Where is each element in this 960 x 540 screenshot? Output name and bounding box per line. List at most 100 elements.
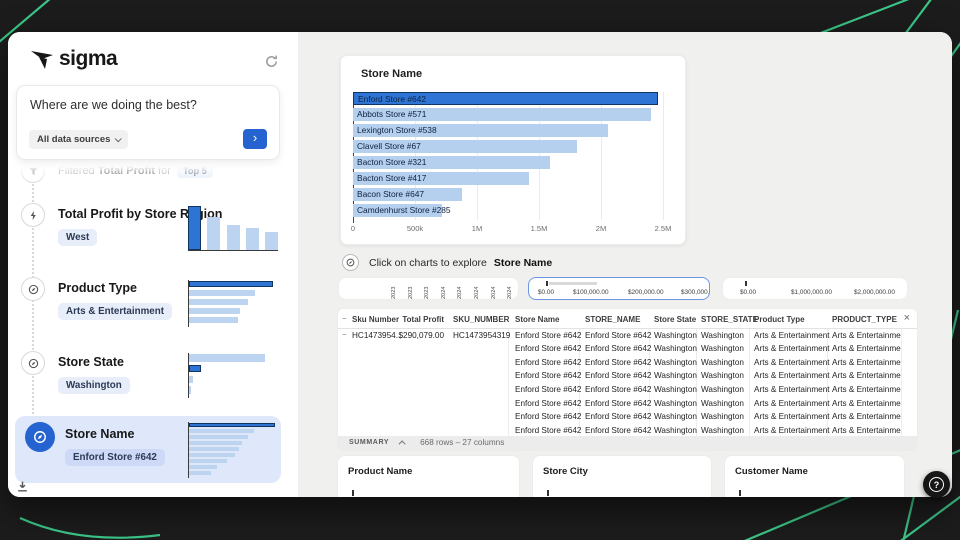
table-cell[interactable]: Arts & Entertainment xyxy=(754,426,830,435)
table-cell[interactable]: Enford Store #642 xyxy=(585,385,651,394)
table-cell[interactable]: Enford Store #642 xyxy=(585,426,651,435)
table-cell[interactable]: Arts & Entertainment xyxy=(754,358,830,367)
table-cell[interactable]: Arts & Entertainme xyxy=(832,399,901,408)
bottom-card-customer-name[interactable]: Customer Name xyxy=(724,455,905,497)
table-cell[interactable]: Arts & Entertainment xyxy=(754,344,830,353)
table-cell[interactable]: Washington xyxy=(701,385,744,394)
product-type-mini-chart[interactable] xyxy=(188,280,274,327)
table-cell[interactable]: Enford Store #642 xyxy=(515,412,581,421)
chevron-up-icon[interactable] xyxy=(398,440,406,448)
table-cell[interactable]: Enford Store #642 xyxy=(585,399,651,408)
chart-bar[interactable]: Abbots Store #571 xyxy=(353,108,651,121)
table-cell[interactable]: Arts & Entertainme xyxy=(832,358,901,367)
chart-bar[interactable]: Lexington Store #538 xyxy=(353,124,609,137)
table-cell[interactable]: Enford Store #642 xyxy=(515,331,581,340)
timeline-item-filtered[interactable]: Filtered Total Profit for Top 5 xyxy=(58,164,213,178)
table-cell[interactable]: Enford Store #642 xyxy=(515,344,581,353)
data-source-selector[interactable]: All data sources xyxy=(29,130,129,149)
table-cell[interactable]: Arts & Entertainme xyxy=(832,426,901,435)
region-badge[interactable]: West xyxy=(58,229,98,246)
table-cell[interactable]: Washington xyxy=(654,344,697,353)
table-cell[interactable]: Washington xyxy=(701,358,744,367)
column-header[interactable]: Product Type xyxy=(754,315,805,324)
store-state-mini-chart[interactable] xyxy=(188,353,268,398)
table-cell[interactable]: Washington xyxy=(701,344,744,353)
table-row[interactable]: Enford Store #642 Enford Store #642 Washin… xyxy=(338,343,917,357)
table-cell[interactable]: Washington xyxy=(654,399,697,408)
filtered-badge[interactable]: Top 5 xyxy=(176,164,213,178)
prompt-question[interactable]: Where are we doing the best? xyxy=(30,98,197,112)
table-cell[interactable]: HC1473954319 xyxy=(453,331,510,340)
store-state-badge[interactable]: Washington xyxy=(58,377,130,394)
table-cell[interactable]: Washington xyxy=(701,399,744,408)
table-cell[interactable]: $290,079.00 xyxy=(394,331,444,340)
table-cell[interactable]: Arts & Entertainme xyxy=(832,344,901,353)
partial-chart-profit-selected[interactable]: $0.00 $100,000.00 $200,000.00 $300,000.00 xyxy=(528,277,710,300)
chart-bar[interactable]: Bacton Store #321 xyxy=(353,156,551,169)
table-cell[interactable]: Washington xyxy=(654,358,697,367)
table-row[interactable]: Enford Store #642 Enford Store #642 Washin… xyxy=(338,370,917,384)
table-cell[interactable]: Arts & Entertainment xyxy=(754,412,830,421)
collapse-icon[interactable]: − xyxy=(342,330,347,339)
table-cell[interactable]: Enford Store #642 xyxy=(515,399,581,408)
column-header[interactable]: SKU_NUMBER xyxy=(453,315,509,324)
table-row[interactable]: Enford Store #642 Enford Store #642 Washin… xyxy=(338,411,917,425)
table-cell[interactable]: Arts & Entertainme xyxy=(832,412,901,421)
bottom-card-store-city[interactable]: Store City xyxy=(532,455,712,497)
table-cell[interactable]: Enford Store #642 xyxy=(585,331,651,340)
table-cell[interactable]: Washington xyxy=(701,331,744,340)
column-header[interactable]: Store State xyxy=(654,315,696,324)
table-cell[interactable]: Washington xyxy=(654,412,697,421)
collapse-icon[interactable]: − xyxy=(342,314,347,323)
table-cell[interactable]: Enford Store #642 xyxy=(585,371,651,380)
table-cell[interactable]: Washington xyxy=(701,426,744,435)
bottom-card-product-name[interactable]: Product Name xyxy=(337,455,520,497)
table-row[interactable]: Enford Store #642 Enford Store #642 Washin… xyxy=(338,356,917,370)
chart-bar[interactable]: Bacton Store #417 xyxy=(353,172,530,185)
column-header[interactable]: STORE_STATE xyxy=(701,315,758,324)
chart-bar[interactable]: Enford Store #642 xyxy=(353,92,659,105)
timeline-item-store-name[interactable]: Store Name Enford Store #642 xyxy=(15,416,281,483)
close-icon[interactable]: × xyxy=(904,313,910,324)
column-header[interactable]: PRODUCT_TYPE xyxy=(832,315,897,324)
table-cell[interactable]: Washington xyxy=(654,426,697,435)
table-cell[interactable]: Arts & Entertainme xyxy=(832,385,901,394)
table-cell[interactable]: Enford Store #642 xyxy=(515,358,581,367)
table-cell[interactable]: Arts & Entertainment xyxy=(754,371,830,380)
table-cell[interactable]: Washington xyxy=(701,371,744,380)
table-row[interactable]: Enford Store #642 Enford Store #642 Washin… xyxy=(338,383,917,397)
column-header[interactable]: Sku Number xyxy=(352,315,399,324)
timeline-item-store-state[interactable]: Store State xyxy=(58,355,124,369)
table-cell[interactable]: Washington xyxy=(701,412,744,421)
table-cell[interactable]: Arts & Entertainment xyxy=(754,399,830,408)
partial-chart-sales[interactable]: $0.00 $1,000,000.00 $2,000,000.00 xyxy=(722,277,908,300)
table-cell[interactable]: Washington xyxy=(654,371,697,380)
partial-chart-years[interactable]: 2023 2023 2023 2024 2024 2024 2024 2024 xyxy=(338,277,519,300)
table-cell[interactable]: Washington xyxy=(654,385,697,394)
table-cell[interactable]: Enford Store #642 xyxy=(585,358,651,367)
table-cell[interactable]: Arts & Entertainment xyxy=(754,331,830,340)
table-cell[interactable]: Arts & Entertainme xyxy=(832,331,901,340)
table-cell[interactable]: Washington xyxy=(654,331,697,340)
chart-bar[interactable]: Clavell Store #67 xyxy=(353,140,578,153)
column-header[interactable]: Store Name xyxy=(515,315,559,324)
chart-bar[interactable]: Camdenhurst Store #285 xyxy=(353,204,451,217)
table-row[interactable]: − HC1473954... $290,079.00 HC1473954319 Enfo… xyxy=(338,329,917,343)
column-header[interactable]: Total Profit xyxy=(394,315,444,324)
refresh-icon[interactable] xyxy=(264,54,279,69)
table-cell[interactable]: Enford Store #642 xyxy=(515,426,581,435)
table-cell[interactable]: Arts & Entertainme xyxy=(832,371,901,380)
timeline-item-product-type[interactable]: Product Type xyxy=(58,281,137,295)
chart-bar[interactable]: Bacon Store #647 xyxy=(353,188,463,201)
table-cell[interactable]: Enford Store #642 xyxy=(585,344,651,353)
help-button[interactable]: ? xyxy=(923,471,950,498)
table-cell[interactable]: Arts & Entertainment xyxy=(754,385,830,394)
store-name-badge[interactable]: Enford Store #642 xyxy=(65,449,165,466)
download-icon[interactable] xyxy=(16,480,29,493)
table-cell[interactable]: Enford Store #642 xyxy=(515,371,581,380)
table-cell[interactable]: Enford Store #642 xyxy=(515,385,581,394)
table-cell[interactable]: Enford Store #642 xyxy=(585,412,651,421)
table-summary-bar[interactable]: SUMMARY 668 rows – 27 columns xyxy=(338,435,917,450)
product-type-badge[interactable]: Arts & Entertainment xyxy=(58,303,172,320)
region-mini-chart[interactable] xyxy=(188,204,278,251)
